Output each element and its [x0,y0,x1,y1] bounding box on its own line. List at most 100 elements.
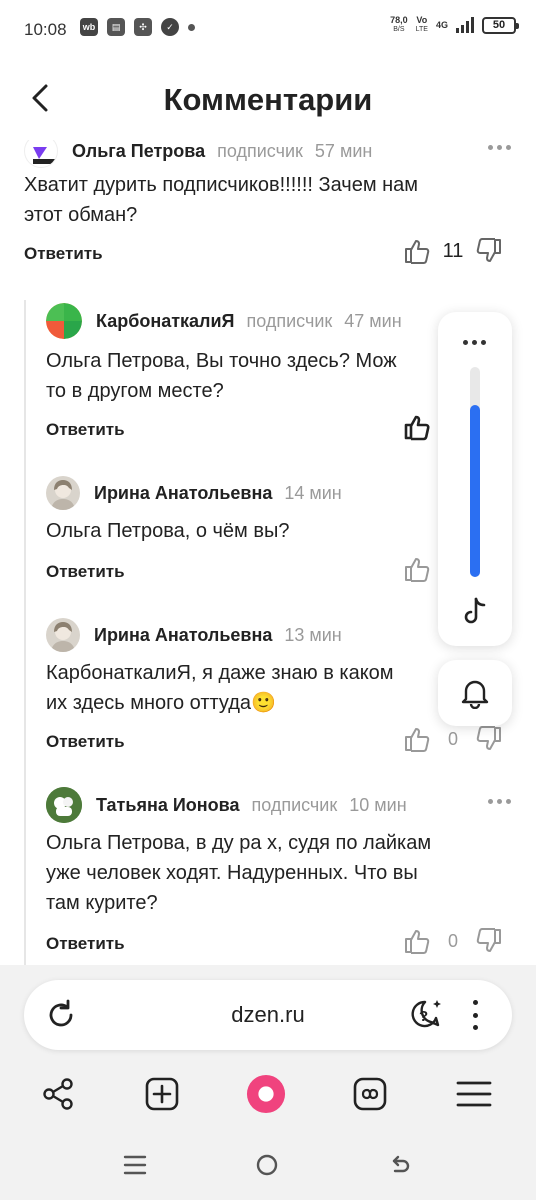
ai-question-icon: ? [411,1000,441,1028]
svg-text:?: ? [419,1008,428,1025]
dislike-button[interactable] [474,724,504,754]
back-nav-button[interactable] [386,1150,416,1180]
thumb-up-icon [405,558,430,582]
home-button[interactable] [252,1150,282,1180]
more-options-icon[interactable] [488,796,514,806]
avatar[interactable] [46,787,82,823]
recent-apps-icon [123,1155,147,1175]
new-tab-button[interactable] [142,1074,182,1114]
comment-actions: 0 [402,724,504,754]
home-circle-icon [256,1154,278,1176]
avatar[interactable] [24,140,58,168]
thumb-down-icon [476,928,501,952]
reply-button[interactable]: Ответить [46,934,125,954]
comment-header: Ирина Анатольевна 14 мин [46,476,342,510]
reply-button[interactable]: Ответить [24,244,103,264]
alice-button[interactable] [246,1074,286,1114]
comment-text: КарбонаткалиЯ, я даже знаю в каком их зд… [46,662,394,714]
address-bar[interactable]: dzen.ru ? [24,980,512,1050]
thumb-up-icon [405,930,430,954]
reply-button[interactable]: Ответить [46,420,125,440]
comment-author[interactable]: Ольга Петрова [72,141,205,162]
volume-slider-fill [470,404,480,577]
comment-item: Татьяна Ионова подписчик 10 мин Ольга Пе… [46,787,516,963]
volume-panel [438,312,512,646]
hamburger-icon [456,1081,492,1107]
subscriber-tag: подписчик [251,794,338,815]
avatar[interactable] [46,476,80,510]
page-header: Комментарии [0,60,536,140]
notifications-button[interactable] [438,660,512,726]
like-button[interactable] [402,412,432,442]
thumb-up-icon [405,728,430,752]
comment-header: Ольга Петрова подписчик 57 мин [24,140,373,168]
bell-icon [461,680,489,709]
dislike-button[interactable] [474,236,504,266]
comment-time: 10 мин [349,794,407,815]
comment-text: Ольга Петрова, в ду ра х, судя по лайкам… [46,832,432,914]
comment-author[interactable]: Ирина Анатольевна [94,625,272,646]
status-bar: 10:08 wb ▤ ✣ ✓ 78,0 B/S Vo LTE 4G 50 [0,0,536,60]
thread-line [24,300,26,965]
thumb-down-icon [476,726,501,750]
page-title: Комментарии [163,82,373,117]
like-count: 0 [447,728,458,749]
comment-header: Ирина Анатольевна 13 мин [46,618,342,652]
panel-menu-icon[interactable] [463,340,486,345]
comment-text: Хватит дурить подписчиков!!!!!! Зачем на… [24,174,419,226]
avatar[interactable] [46,618,80,652]
comment-author[interactable]: Татьяна Ионова [96,795,239,816]
status-time: 10:08 [24,20,67,39]
more-options-icon[interactable] [488,142,514,152]
like-button[interactable] [402,554,432,584]
subscriber-tag: подписчик [217,140,303,161]
status-right: 78,0 B/S Vo LTE 4G 50 [390,15,519,34]
like-button[interactable] [402,926,432,956]
subscriber-tag: подписчик [246,310,333,331]
news-app-icon: ▤ [107,18,125,36]
more-notifications-icon [188,23,195,31]
share-icon [43,1078,73,1110]
like-button[interactable] [402,724,432,754]
recent-apps-button[interactable] [120,1150,150,1180]
comment-time: 57 мин [314,140,373,161]
back-arrow-icon [392,1155,410,1173]
system-nav-bar [0,1138,536,1190]
wb-app-icon: wb [80,18,98,36]
volume-slider[interactable] [470,367,480,577]
avatar[interactable] [46,303,82,339]
comment-author[interactable]: Ирина Анатольевна [94,483,272,504]
browser-toolbar [0,1066,536,1122]
comment-actions: 0 [402,926,504,956]
browser-menu-button[interactable] [470,1000,480,1030]
comment-text: Ольга Петрова, Вы точно здесь? Мож то в … [46,350,397,402]
tabs-icon [353,1077,387,1111]
dislike-button[interactable] [474,926,504,956]
signal-icon [456,17,474,33]
network-speed: 78,0 B/S [390,15,408,34]
grid-app-icon: ✣ [134,18,152,36]
menu-button[interactable] [454,1074,494,1114]
comment-item: Ольга Петрова подписчик 57 мин Хватит ду… [24,140,514,276]
plus-square-icon [145,1077,179,1111]
reply-button[interactable]: Ответить [46,732,125,752]
battery-icon: 50 [482,16,519,34]
tabs-button[interactable] [350,1074,390,1114]
alice-icon [246,1074,286,1114]
comment-author[interactable]: КарбонаткалиЯ [96,311,234,332]
share-button[interactable] [38,1074,78,1114]
comment-time: 13 мин [284,624,342,645]
volte-indicator: Vo LTE [415,15,428,34]
tiktok-icon[interactable] [458,594,492,628]
comment-header: КарбонаткалиЯ подписчик 47 мин [46,303,402,339]
reply-button[interactable]: Ответить [46,562,125,582]
vk-app-icon: ✓ [161,18,179,36]
network-type: 4G [435,19,448,30]
notification-icons: wb ▤ ✣ ✓ [80,18,195,36]
like-button[interactable] [402,236,432,266]
comment-header: Татьяна Ионова подписчик 10 мин [46,787,407,823]
like-count: 0 [447,930,458,951]
ai-assistant-button[interactable]: ? [408,997,444,1033]
thumb-up-icon [404,415,430,441]
thumb-down-icon [476,238,501,262]
